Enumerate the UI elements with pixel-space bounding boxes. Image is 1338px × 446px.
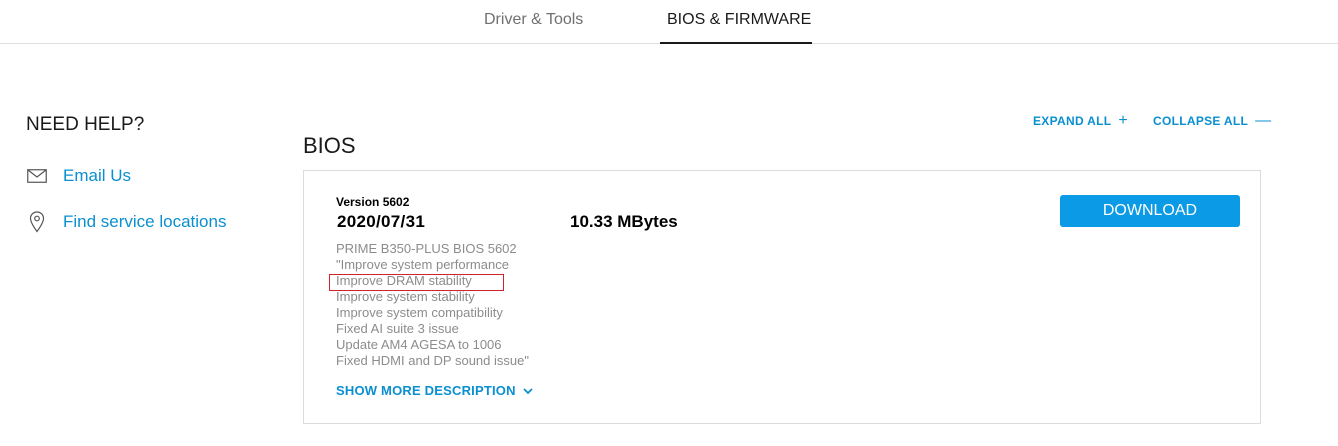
collapse-all-button[interactable]: COLLAPSE ALL — (1153, 112, 1272, 129)
find-service-locations-link[interactable]: Find service locations (26, 211, 226, 233)
bios-release-date: 2020/07/31 (337, 212, 426, 231)
bios-file-size: 10.33 MBytes (570, 212, 678, 231)
collapse-all-label: COLLAPSE ALL (1153, 114, 1249, 128)
location-pin-icon (26, 211, 48, 233)
expand-all-label: EXPAND ALL (1033, 114, 1112, 128)
description-line: "Improve system performance (336, 257, 509, 272)
plus-icon: + (1118, 112, 1128, 129)
highlight-annotation-box (329, 274, 504, 291)
show-more-description-button[interactable]: SHOW MORE DESCRIPTION (336, 383, 534, 398)
description-line: Fixed AI suite 3 issue (336, 321, 459, 336)
email-us-label: Email Us (63, 166, 132, 185)
envelope-icon (26, 165, 48, 187)
tab-bios-firmware[interactable]: BIOS & FIRMWARE (667, 10, 811, 30)
find-service-locations-label: Find service locations (63, 212, 227, 231)
description-line: PRIME B350-PLUS BIOS 5602 (336, 241, 517, 256)
need-help-heading: NEED HELP? (26, 114, 145, 135)
email-us-link[interactable]: Email Us (26, 165, 131, 187)
active-tab-indicator (660, 42, 812, 44)
minus-icon: — (1255, 112, 1272, 129)
top-tab-bar: Driver & Tools BIOS & FIRMWARE (0, 0, 1338, 44)
expand-all-button[interactable]: EXPAND ALL + (1033, 112, 1128, 129)
section-title-bios: BIOS (303, 133, 356, 158)
tab-driver-tools[interactable]: Driver & Tools (484, 10, 583, 30)
description-line: Improve system compatibility (336, 305, 503, 320)
show-more-label: SHOW MORE DESCRIPTION (336, 383, 516, 398)
chevron-down-icon (522, 385, 534, 397)
bios-description: PRIME B350-PLUS BIOS 5602 "Improve syste… (336, 241, 636, 369)
description-line: Fixed HDMI and DP sound issue" (336, 353, 529, 368)
description-line: Improve system stability (336, 289, 475, 304)
download-button[interactable]: DOWNLOAD (1060, 195, 1240, 227)
bios-version: Version 5602 (336, 195, 410, 209)
description-line: Update AM4 AGESA to 1006 (336, 337, 502, 352)
bios-download-card: Version 5602 2020/07/31 10.33 MBytes PRI… (303, 170, 1261, 424)
